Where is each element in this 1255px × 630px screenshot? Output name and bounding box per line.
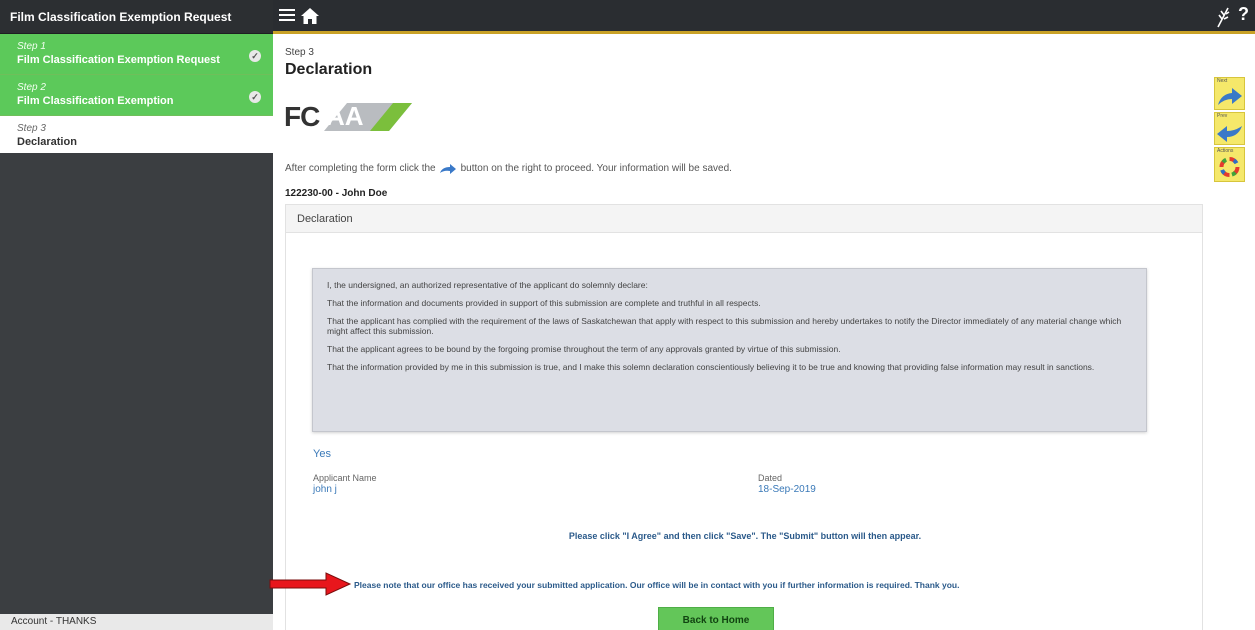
top-bar: ? [273, 0, 1255, 34]
help-icon[interactable]: ? [1238, 4, 1249, 25]
logo-text-aa: AA [326, 101, 364, 131]
received-notice: Please note that our office has received… [354, 580, 960, 590]
step-name: Declaration [17, 136, 77, 148]
main-content: Step 3 Declaration AA FC After completin… [269, 37, 1255, 630]
prev-label: Prev [1217, 113, 1228, 119]
red-arrow-icon [269, 572, 352, 596]
instructions: After completing the form click the butt… [285, 163, 732, 174]
next-arrow-icon [1218, 88, 1242, 105]
step-label: Step 3 [285, 47, 314, 58]
step-name: Film Classification Exemption Request [17, 54, 220, 66]
declaration-line: That the information provided by me in t… [327, 362, 1095, 372]
sidebar-step-2[interactable]: Step 2 Film Classification Exemption ✓ [0, 75, 273, 116]
page-title: Declaration [285, 61, 373, 78]
declaration-line: That the information and documents provi… [327, 298, 761, 308]
instructions-after: button on the right to proceed. Your inf… [460, 163, 732, 174]
applicant-id: 122230-00 - John Doe [285, 188, 388, 199]
panel-heading: Declaration [286, 205, 1202, 233]
dated-value: 18-Sep-2019 [758, 484, 816, 495]
next-label: Next [1217, 78, 1228, 84]
menu-icon[interactable] [279, 9, 295, 21]
sidebar-title: Film Classification Exemption Request [0, 0, 273, 34]
check-icon: ✓ [249, 50, 261, 62]
back-to-home-button[interactable]: Back to Home [658, 607, 774, 630]
declaration-text-box: I, the undersigned, an authorized repres… [312, 268, 1147, 432]
step-number: Step 3 [17, 123, 46, 134]
account-link[interactable]: Account - THANKS [0, 614, 273, 630]
actions-label: Actions [1217, 148, 1234, 154]
logo-text-fc: FC [284, 101, 320, 132]
app: Film Classification Exemption Request St… [0, 0, 1255, 630]
applicant-name-value: john j [313, 484, 337, 495]
step-name: Film Classification Exemption [17, 95, 174, 107]
applicant-name-label: Applicant Name [313, 473, 377, 483]
declaration-panel: Declaration I, the undersigned, an autho… [269, 204, 1203, 630]
dated-label: Dated [758, 473, 783, 483]
declaration-line: That the applicant has complied with the… [327, 316, 1122, 336]
check-icon: ✓ [249, 91, 261, 103]
agreement-value: Yes [313, 448, 331, 460]
next-arrow-icon [439, 163, 456, 174]
step-number: Step 1 [17, 41, 46, 52]
next-button[interactable]: Next [1214, 77, 1245, 110]
home-icon[interactable] [300, 6, 320, 26]
sidebar-step-3[interactable]: Step 3 Declaration [0, 116, 273, 153]
agree-instruction: Please click "I Agree" and then click "S… [568, 531, 922, 541]
declaration-line: I, the undersigned, an authorized repres… [327, 280, 648, 290]
step-number: Step 2 [17, 82, 46, 93]
prev-button[interactable]: Prev [1214, 112, 1245, 145]
actions-icon [1219, 157, 1240, 177]
instructions-before: After completing the form click the [285, 163, 436, 174]
wheat-icon [1217, 7, 1230, 28]
sidebar: Film Classification Exemption Request St… [0, 0, 273, 630]
actions-button[interactable]: Actions [1214, 147, 1245, 182]
declaration-line: That the applicant agrees to be bound by… [327, 344, 841, 354]
prev-arrow-icon [1217, 126, 1242, 142]
fcaa-logo: AA FC [284, 95, 414, 135]
sidebar-step-1[interactable]: Step 1 Film Classification Exemption Req… [0, 34, 273, 75]
